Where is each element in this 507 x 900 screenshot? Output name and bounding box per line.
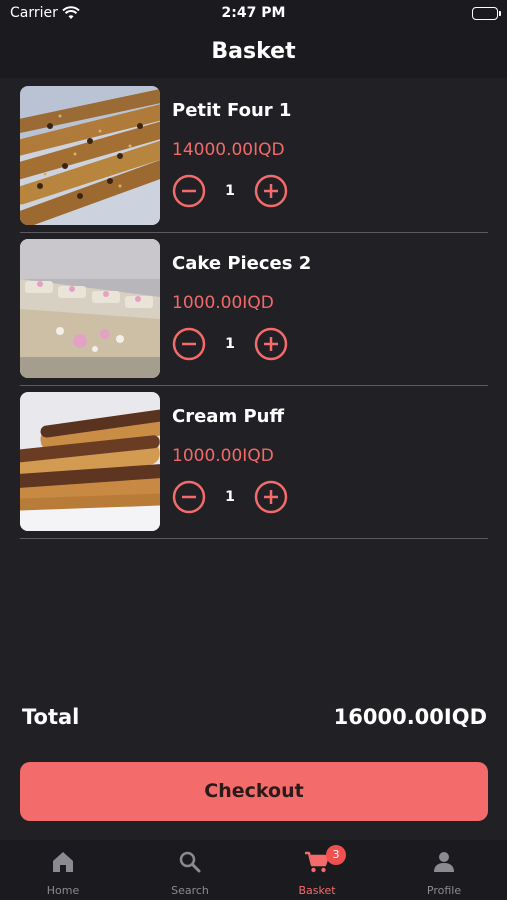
cart-count-badge: 3 xyxy=(326,845,346,865)
minus-circle-icon xyxy=(172,174,206,208)
profile-icon xyxy=(434,852,454,872)
plus-circle-icon xyxy=(254,327,288,361)
increase-quantity-button[interactable] xyxy=(254,327,288,361)
tab-search[interactable]: Search xyxy=(127,840,253,900)
increase-quantity-button[interactable] xyxy=(254,480,288,514)
checkout-button[interactable]: Checkout xyxy=(20,762,488,821)
status-bar: Carrier 2:47 PM xyxy=(0,0,507,28)
product-name: Petit Four 1 xyxy=(172,100,292,121)
product-price: 14000.00IQD xyxy=(172,140,285,160)
quantity-value: 1 xyxy=(225,183,235,199)
navigation-bar: Basket xyxy=(0,28,507,78)
tab-bar: Home Search 3 Basket Profile xyxy=(0,840,507,900)
quantity-value: 1 xyxy=(225,336,235,352)
product-name: Cream Puff xyxy=(172,406,285,427)
product-price: 1000.00IQD xyxy=(172,293,274,313)
decrease-quantity-button[interactable] xyxy=(172,480,206,514)
tab-profile[interactable]: Profile xyxy=(381,840,507,900)
status-time: 2:47 PM xyxy=(221,5,286,21)
product-image-petit-four xyxy=(20,86,160,225)
quantity-stepper: 1 xyxy=(172,480,302,516)
total-label: Total xyxy=(22,705,80,729)
increase-quantity-button[interactable] xyxy=(254,174,288,208)
product-name: Cake Pieces 2 xyxy=(172,253,312,274)
quantity-stepper: 1 xyxy=(172,327,302,363)
tab-home[interactable]: Home xyxy=(0,840,126,900)
product-image-cake-pieces xyxy=(20,239,160,378)
plus-circle-icon xyxy=(254,480,288,514)
tab-basket[interactable]: 3 Basket xyxy=(254,840,380,900)
tab-label: Profile xyxy=(426,884,462,897)
plus-circle-icon xyxy=(254,174,288,208)
product-price: 1000.00IQD xyxy=(172,446,274,466)
page-title: Basket xyxy=(211,39,296,64)
tab-label: Home xyxy=(46,884,80,897)
decrease-quantity-button[interactable] xyxy=(172,174,206,208)
product-image-cream-puff xyxy=(20,392,160,531)
basket-item: Cake Pieces 2 1000.00IQD 1 xyxy=(20,233,488,386)
home-icon xyxy=(53,852,73,872)
basket-list: Petit Four 1 14000.00IQD 1 Cake Pieces 2… xyxy=(20,80,488,539)
search-icon xyxy=(179,851,201,873)
quantity-value: 1 xyxy=(225,489,235,505)
tab-label: Search xyxy=(171,884,209,897)
tab-label: Basket xyxy=(298,884,336,897)
basket-item: Petit Four 1 14000.00IQD 1 xyxy=(20,80,488,233)
decrease-quantity-button[interactable] xyxy=(172,327,206,361)
battery-icon xyxy=(472,7,501,20)
quantity-stepper: 1 xyxy=(172,174,302,210)
basket-item: Cream Puff 1000.00IQD 1 xyxy=(20,386,488,539)
total-value: 16000.00IQD xyxy=(333,705,487,729)
minus-circle-icon xyxy=(172,327,206,361)
minus-circle-icon xyxy=(172,480,206,514)
